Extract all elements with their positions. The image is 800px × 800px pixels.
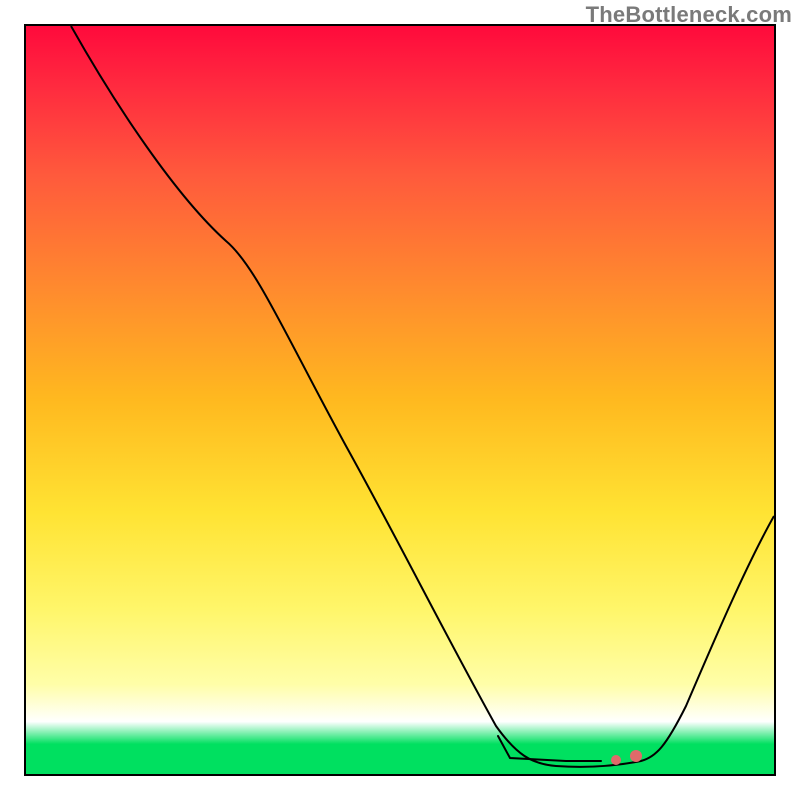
optimal-region-marker <box>498 736 601 761</box>
plot-area <box>26 26 774 774</box>
watermark-text: TheBottleneck.com <box>586 2 792 28</box>
optimal-region-dot-1 <box>611 755 621 765</box>
bottleneck-curve <box>71 26 774 767</box>
chart-svg <box>26 26 774 774</box>
optimal-region-dot-2 <box>630 750 642 762</box>
